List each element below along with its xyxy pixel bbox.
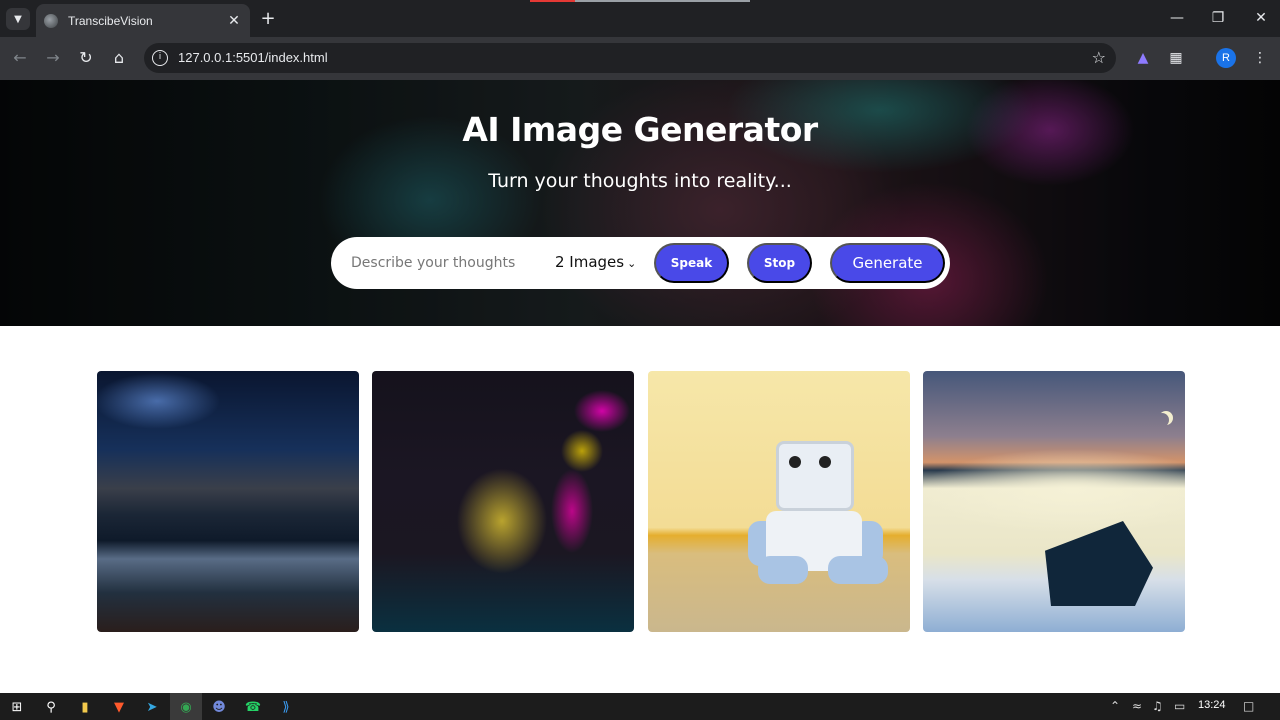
page-subtitle: Turn your thoughts into reality... — [488, 170, 792, 192]
tab-close-icon[interactable]: ✕ — [226, 13, 242, 29]
browser-tab[interactable]: TranscibeVision ✕ — [36, 4, 250, 37]
gallery-image-neon-portrait[interactable] — [372, 371, 634, 632]
puzzle-icon[interactable]: ▦ — [1167, 49, 1185, 67]
brave-icon[interactable]: ▼ — [109, 697, 129, 717]
minimize-icon[interactable]: — — [1167, 10, 1187, 26]
robot-leg — [758, 556, 808, 584]
vscode-icon[interactable]: ⟫ — [276, 697, 296, 717]
gallery-image-mountain-lake[interactable] — [97, 371, 359, 632]
home-icon[interactable]: ⌂ — [109, 49, 129, 67]
cabin-shape — [1045, 521, 1153, 606]
chevron-up-icon[interactable]: ⌃ — [1110, 699, 1120, 713]
new-tab-plus-icon[interactable]: + — [258, 8, 278, 29]
browser-toolbar: ← → ↻ ⌂ i 127.0.0.1:5501/index.html ☆ ▲ … — [0, 37, 1280, 80]
search-icon[interactable]: ⚲ — [41, 697, 61, 717]
notification-icon[interactable]: □ — [1243, 699, 1254, 713]
file-explorer-icon[interactable]: ▮ — [75, 697, 95, 717]
speak-button[interactable]: Speak — [654, 243, 729, 283]
url-text[interactable]: 127.0.0.1:5501/index.html — [178, 50, 328, 65]
whatsapp-icon[interactable]: ☎ — [243, 697, 263, 717]
wifi-icon[interactable]: ≈ — [1132, 699, 1142, 713]
battery-icon[interactable]: ▭ — [1174, 699, 1185, 713]
tab-search-chevron-down-icon[interactable]: ▼ — [6, 8, 30, 30]
prompt-input[interactable] — [351, 251, 541, 275]
reload-icon[interactable]: ↻ — [76, 49, 96, 67]
hero-section: AI Image Generator Turn your thoughts in… — [0, 80, 1280, 326]
clock[interactable]: 13:24 — [1198, 699, 1226, 711]
info-icon[interactable]: i — [152, 50, 168, 66]
volume-icon[interactable]: ♫ — [1152, 699, 1163, 713]
image-count-value: 2 Images — [555, 253, 625, 271]
chevron-down-icon: ⌄ — [627, 257, 637, 270]
loading-progress-bar — [530, 0, 750, 2]
generate-form: 2 Images⌄ Speak Stop Generate — [331, 237, 950, 289]
page-title: AI Image Generator — [462, 110, 818, 149]
image-gallery — [97, 371, 1185, 632]
restore-icon[interactable]: ❐ — [1208, 10, 1228, 26]
gallery-image-robot-toy[interactable] — [648, 371, 910, 632]
browser-tab-strip: ▼ TranscibeVision ✕ + — ❐ ✕ — [0, 0, 1280, 37]
chrome-icon[interactable]: ◉ — [176, 697, 196, 717]
discord-icon[interactable]: ☻ — [209, 697, 229, 717]
window-close-icon[interactable]: ✕ — [1251, 10, 1271, 26]
gallery-image-snowy-cabin[interactable] — [923, 371, 1185, 632]
robot-leg — [828, 556, 888, 584]
tab-title: TranscibeVision — [68, 13, 153, 28]
telegram-icon[interactable]: ➤ — [142, 697, 162, 717]
os-taskbar: ⊞ ⚲ ▮ ▼ ➤ ◉ ☻ ☎ ⟫ ⌃ ≈ ♫ ▭ 13:24 □ — [0, 693, 1280, 720]
arrow-left-icon[interactable]: ← — [10, 49, 30, 67]
stop-button[interactable]: Stop — [747, 243, 812, 283]
profile-avatar[interactable]: R — [1216, 48, 1236, 68]
image-count-select[interactable]: 2 Images ⌄ — [555, 253, 636, 271]
arrow-right-icon[interactable]: → — [43, 49, 63, 67]
extension-flame-icon[interactable]: ▲ — [1134, 49, 1152, 67]
moon-icon — [1155, 413, 1169, 427]
robot-head — [776, 441, 854, 511]
address-bar[interactable]: i 127.0.0.1:5501/index.html ☆ — [144, 43, 1116, 73]
windows-start-icon[interactable]: ⊞ — [7, 697, 27, 717]
generate-button[interactable]: Generate — [830, 243, 945, 283]
menu-dots-icon[interactable]: ⋮ — [1251, 49, 1269, 67]
star-icon[interactable]: ☆ — [1092, 48, 1106, 67]
globe-icon — [44, 13, 58, 28]
